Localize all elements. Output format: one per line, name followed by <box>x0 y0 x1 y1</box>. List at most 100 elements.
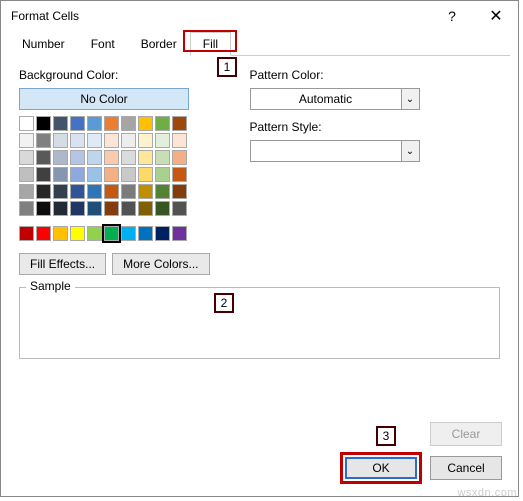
color-swatch[interactable] <box>53 133 68 148</box>
color-swatch[interactable] <box>121 167 136 182</box>
tab-font[interactable]: Font <box>78 32 128 56</box>
color-swatch[interactable] <box>121 201 136 216</box>
color-swatch[interactable] <box>70 133 85 148</box>
color-swatch[interactable] <box>53 116 68 131</box>
sample-label: Sample <box>26 279 75 293</box>
standard-color-swatch[interactable] <box>155 226 170 241</box>
color-swatch[interactable] <box>36 133 51 148</box>
standard-color-swatch[interactable] <box>53 226 68 241</box>
color-swatch[interactable] <box>155 201 170 216</box>
right-panel: Pattern Color: Automatic ⌄ Pattern Style… <box>250 68 501 275</box>
color-swatch[interactable] <box>87 150 102 165</box>
color-swatch[interactable] <box>36 201 51 216</box>
color-swatch[interactable] <box>87 116 102 131</box>
standard-color-swatch[interactable] <box>104 226 119 241</box>
color-swatch[interactable] <box>104 116 119 131</box>
color-swatch[interactable] <box>104 133 119 148</box>
ok-button[interactable]: OK <box>345 457 417 479</box>
tab-fill[interactable]: Fill <box>190 32 231 56</box>
color-swatch[interactable] <box>121 150 136 165</box>
chevron-down-icon[interactable]: ⌄ <box>401 141 419 161</box>
standard-color-swatch[interactable] <box>70 226 85 241</box>
color-swatch[interactable] <box>104 184 119 199</box>
color-swatch[interactable] <box>70 150 85 165</box>
close-button[interactable]: ✕ <box>474 1 518 31</box>
color-swatch[interactable] <box>53 184 68 199</box>
color-swatch[interactable] <box>138 201 153 216</box>
color-swatch[interactable] <box>172 150 187 165</box>
color-swatch[interactable] <box>19 116 34 131</box>
tab-body: Background Color: No Color Fill Effects.… <box>1 56 518 287</box>
color-swatch[interactable] <box>138 167 153 182</box>
footer: Clear OK Cancel <box>340 452 502 484</box>
color-swatch[interactable] <box>70 201 85 216</box>
dialog-title: Format Cells <box>11 9 430 23</box>
cancel-button[interactable]: Cancel <box>430 456 502 480</box>
color-extra-buttons: Fill Effects... More Colors... <box>19 253 210 275</box>
color-swatch[interactable] <box>36 150 51 165</box>
chevron-down-icon[interactable]: ⌄ <box>401 89 419 109</box>
color-swatch[interactable] <box>19 184 34 199</box>
standard-color-swatch[interactable] <box>121 226 136 241</box>
color-swatch[interactable] <box>87 133 102 148</box>
color-swatch[interactable] <box>138 133 153 148</box>
pattern-style-combo[interactable]: ⌄ <box>250 140 420 162</box>
color-swatch[interactable] <box>172 133 187 148</box>
color-swatch[interactable] <box>155 133 170 148</box>
color-swatch[interactable] <box>36 116 51 131</box>
more-colors-button[interactable]: More Colors... <box>112 253 209 275</box>
color-swatch[interactable] <box>155 116 170 131</box>
color-swatch[interactable] <box>19 150 34 165</box>
color-swatch[interactable] <box>172 201 187 216</box>
tab-border[interactable]: Border <box>128 32 190 56</box>
color-swatch[interactable] <box>121 133 136 148</box>
color-swatch[interactable] <box>87 167 102 182</box>
color-swatch[interactable] <box>19 201 34 216</box>
standard-color-swatch[interactable] <box>87 226 102 241</box>
color-swatch[interactable] <box>138 150 153 165</box>
format-cells-dialog: Format Cells ? ✕ Number Font Border Fill… <box>0 0 519 497</box>
color-swatch[interactable] <box>172 167 187 182</box>
color-swatch[interactable] <box>155 167 170 182</box>
color-swatch[interactable] <box>155 184 170 199</box>
color-swatch[interactable] <box>104 167 119 182</box>
color-swatch[interactable] <box>121 116 136 131</box>
color-swatch[interactable] <box>87 201 102 216</box>
color-swatch[interactable] <box>70 167 85 182</box>
standard-color-row <box>19 226 210 241</box>
standard-color-swatch[interactable] <box>172 226 187 241</box>
help-button[interactable]: ? <box>430 1 474 31</box>
color-swatch[interactable] <box>53 201 68 216</box>
standard-color-swatch[interactable] <box>138 226 153 241</box>
color-swatch[interactable] <box>138 116 153 131</box>
standard-color-swatch[interactable] <box>36 226 51 241</box>
ok-highlight: OK <box>340 452 422 484</box>
color-swatch[interactable] <box>36 184 51 199</box>
color-swatch[interactable] <box>172 184 187 199</box>
standard-color-swatch[interactable] <box>19 226 34 241</box>
tab-number[interactable]: Number <box>9 32 78 56</box>
color-swatch[interactable] <box>53 167 68 182</box>
pattern-color-combo[interactable]: Automatic ⌄ <box>250 88 420 110</box>
color-swatch[interactable] <box>121 184 136 199</box>
no-color-button[interactable]: No Color <box>19 88 189 110</box>
left-panel: Background Color: No Color Fill Effects.… <box>19 68 210 275</box>
color-swatch[interactable] <box>53 150 68 165</box>
color-swatch[interactable] <box>87 184 102 199</box>
color-swatch[interactable] <box>19 167 34 182</box>
color-swatch[interactable] <box>104 150 119 165</box>
clear-button: Clear <box>430 422 502 446</box>
color-swatch[interactable] <box>19 133 34 148</box>
color-swatch[interactable] <box>70 184 85 199</box>
callout-1: 1 <box>217 57 237 77</box>
titlebar: Format Cells ? ✕ <box>1 1 518 31</box>
color-swatch[interactable] <box>155 150 170 165</box>
color-swatch[interactable] <box>36 167 51 182</box>
pattern-color-value: Automatic <box>251 92 401 106</box>
color-swatch[interactable] <box>70 116 85 131</box>
color-swatch[interactable] <box>172 116 187 131</box>
watermark: wsxdn.com <box>457 487 517 499</box>
fill-effects-button[interactable]: Fill Effects... <box>19 253 106 275</box>
color-swatch[interactable] <box>104 201 119 216</box>
color-swatch[interactable] <box>138 184 153 199</box>
